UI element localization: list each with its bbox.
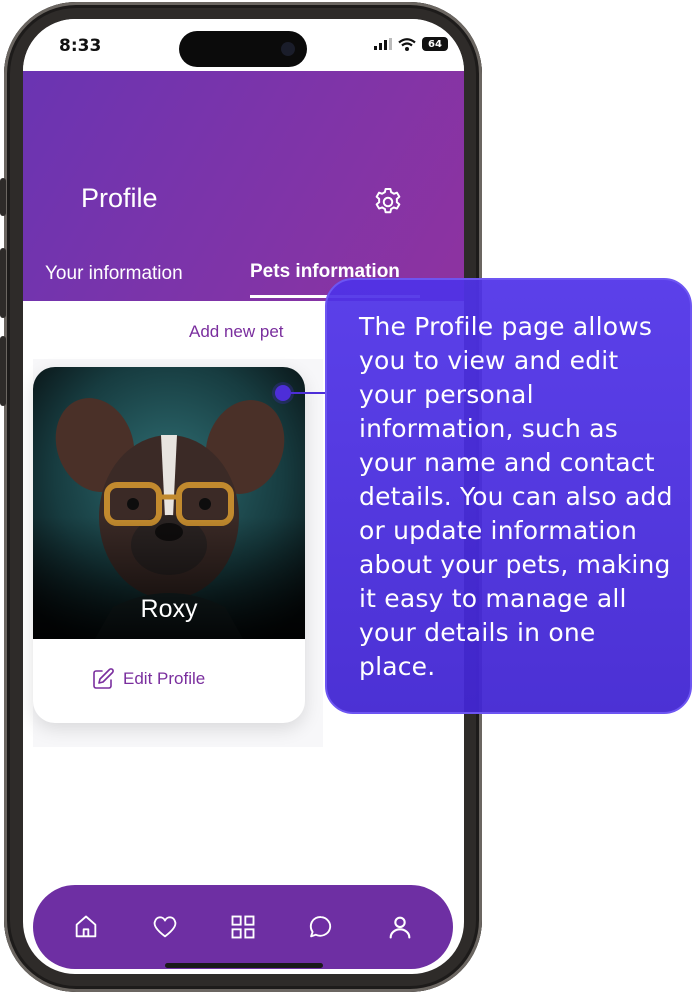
bottom-navigation [33,885,453,969]
heart-icon [153,916,176,938]
status-bar: 8:33 64 [23,19,464,71]
edit-profile-label: Edit Profile [123,669,206,688]
nav-profile[interactable] [380,907,420,947]
gear-icon[interactable] [371,185,405,219]
edit-profile-button[interactable]: Edit Profile [91,667,205,691]
action-button [0,178,6,216]
signal-icon [374,38,392,50]
callout-connector [291,392,327,394]
battery-icon: 64 [422,37,448,51]
chat-icon [310,916,332,938]
home-indicator [165,963,323,968]
nav-messages[interactable] [301,907,341,947]
nav-categories[interactable] [223,907,263,947]
camera-icon [281,42,295,56]
nav-home[interactable] [66,907,106,947]
home-icon [75,915,97,938]
callout-text: The Profile page allows you to view and … [359,312,673,681]
grid-icon [231,915,255,939]
user-icon [389,916,411,939]
add-new-pet-link[interactable]: Add new pet [189,322,284,342]
page-title: Profile [81,183,158,213]
pet-name: Roxy [140,595,198,623]
volume-up-button [0,248,6,318]
volume-down-button [0,336,6,406]
dynamic-island [179,31,307,67]
edit-icon [93,668,114,689]
pet-card[interactable]: Roxy Edit Profile [33,367,305,723]
profile-header: Profile Your information Pets informatio… [23,71,464,301]
battery-level: 64 [428,38,442,50]
wifi-icon [398,37,416,51]
info-callout: The Profile page allows you to view and … [325,278,692,714]
callout-marker [275,385,291,401]
tab-your-information[interactable]: Your information [45,263,183,285]
nav-favorites[interactable] [145,907,185,947]
status-icons: 64 [374,36,448,52]
status-time: 8:33 [59,36,102,56]
